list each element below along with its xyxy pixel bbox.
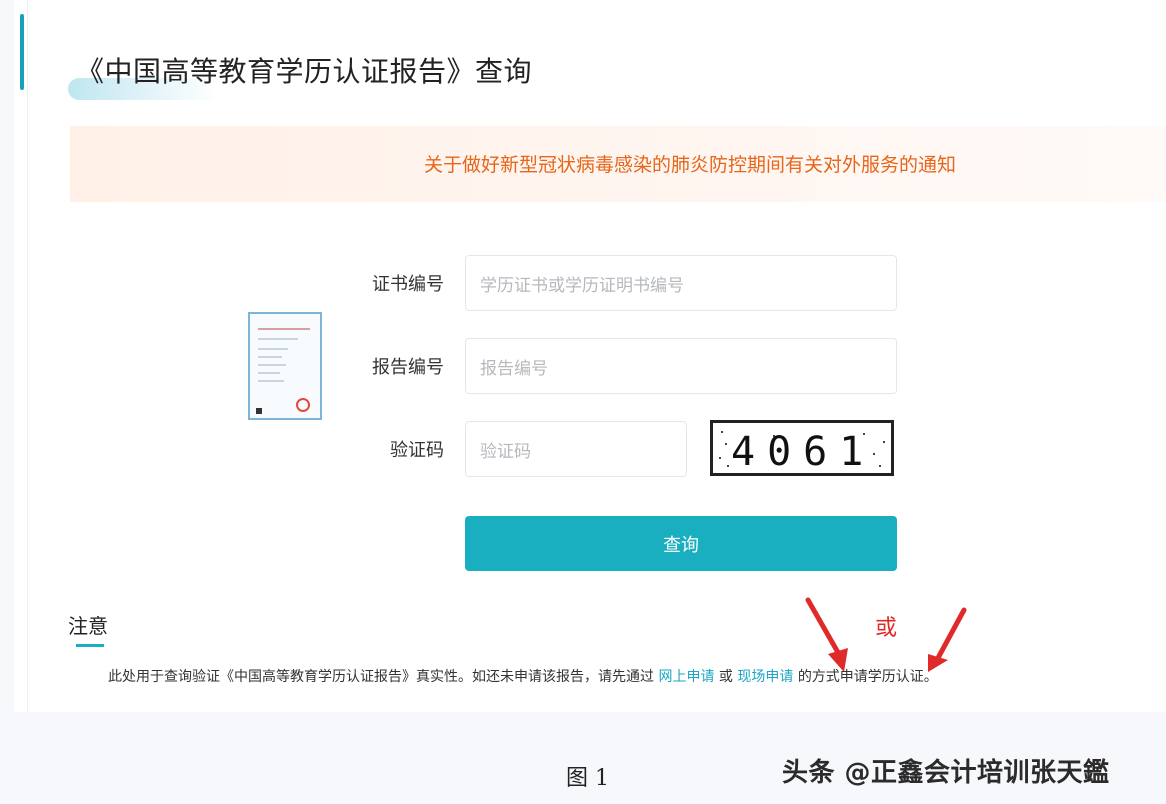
- red-arrow-icon: [928, 607, 967, 672]
- captcha-input[interactable]: 验证码: [465, 421, 687, 477]
- note-underline: [76, 644, 104, 647]
- certificate-sample-image: [248, 312, 322, 420]
- main-panel: 《中国高等教育学历认证报告》查询 关于做好新型冠状病毒感染的肺炎防控期间有关对外…: [14, 0, 1166, 712]
- captcha-image[interactable]: 4061: [710, 420, 894, 476]
- captcha-text: 4061: [731, 429, 876, 475]
- title-accent-bar: [20, 14, 24, 90]
- annotation-or-label: 或: [875, 616, 898, 641]
- notice-banner: 关于做好新型冠状病毒感染的肺炎防控期间有关对外服务的通知: [70, 126, 1166, 202]
- notice-link[interactable]: 关于做好新型冠状病毒感染的肺炎防控期间有关对外服务的通知: [70, 150, 1166, 177]
- side-rail: [14, 0, 28, 712]
- page-title: 《中国高等教育学历认证报告》查询: [76, 55, 533, 88]
- note-text: 此处用于查询验证《中国高等教育学历认证报告》真实性。如还未申请该报告，请先通过 …: [108, 666, 938, 686]
- certificate-number-label: 证书编号: [372, 274, 444, 295]
- note-text-after: 的方式申请学历认证。: [797, 669, 938, 685]
- report-number-input[interactable]: 报告编号: [465, 338, 897, 394]
- logo-mark: [256, 408, 262, 414]
- figure-caption: 图 1: [566, 766, 609, 791]
- red-arrow-icon: [805, 597, 848, 672]
- watermark: 头条 @正鑫会计培训张天鑑: [782, 758, 1110, 788]
- report-number-label: 报告编号: [372, 357, 444, 378]
- seal-icon: [296, 398, 310, 412]
- note-text-before: 此处用于查询验证《中国高等教育学历认证报告》真实性。如还未申请该报告，请先通过: [108, 669, 654, 685]
- query-button[interactable]: 查询: [465, 516, 897, 571]
- captcha-label: 验证码: [390, 440, 444, 461]
- captcha-placeholder: 验证码: [480, 441, 531, 462]
- certificate-number-input[interactable]: 学历证书或学历证明书编号: [465, 255, 897, 311]
- certificate-number-placeholder: 学历证书或学历证明书编号: [480, 275, 684, 296]
- report-number-placeholder: 报告编号: [480, 358, 548, 379]
- note-connector: 或: [718, 669, 733, 685]
- note-title: 注意: [68, 614, 108, 638]
- online-apply-link[interactable]: 网上申请: [658, 669, 714, 685]
- onsite-apply-link[interactable]: 现场申请: [737, 669, 793, 685]
